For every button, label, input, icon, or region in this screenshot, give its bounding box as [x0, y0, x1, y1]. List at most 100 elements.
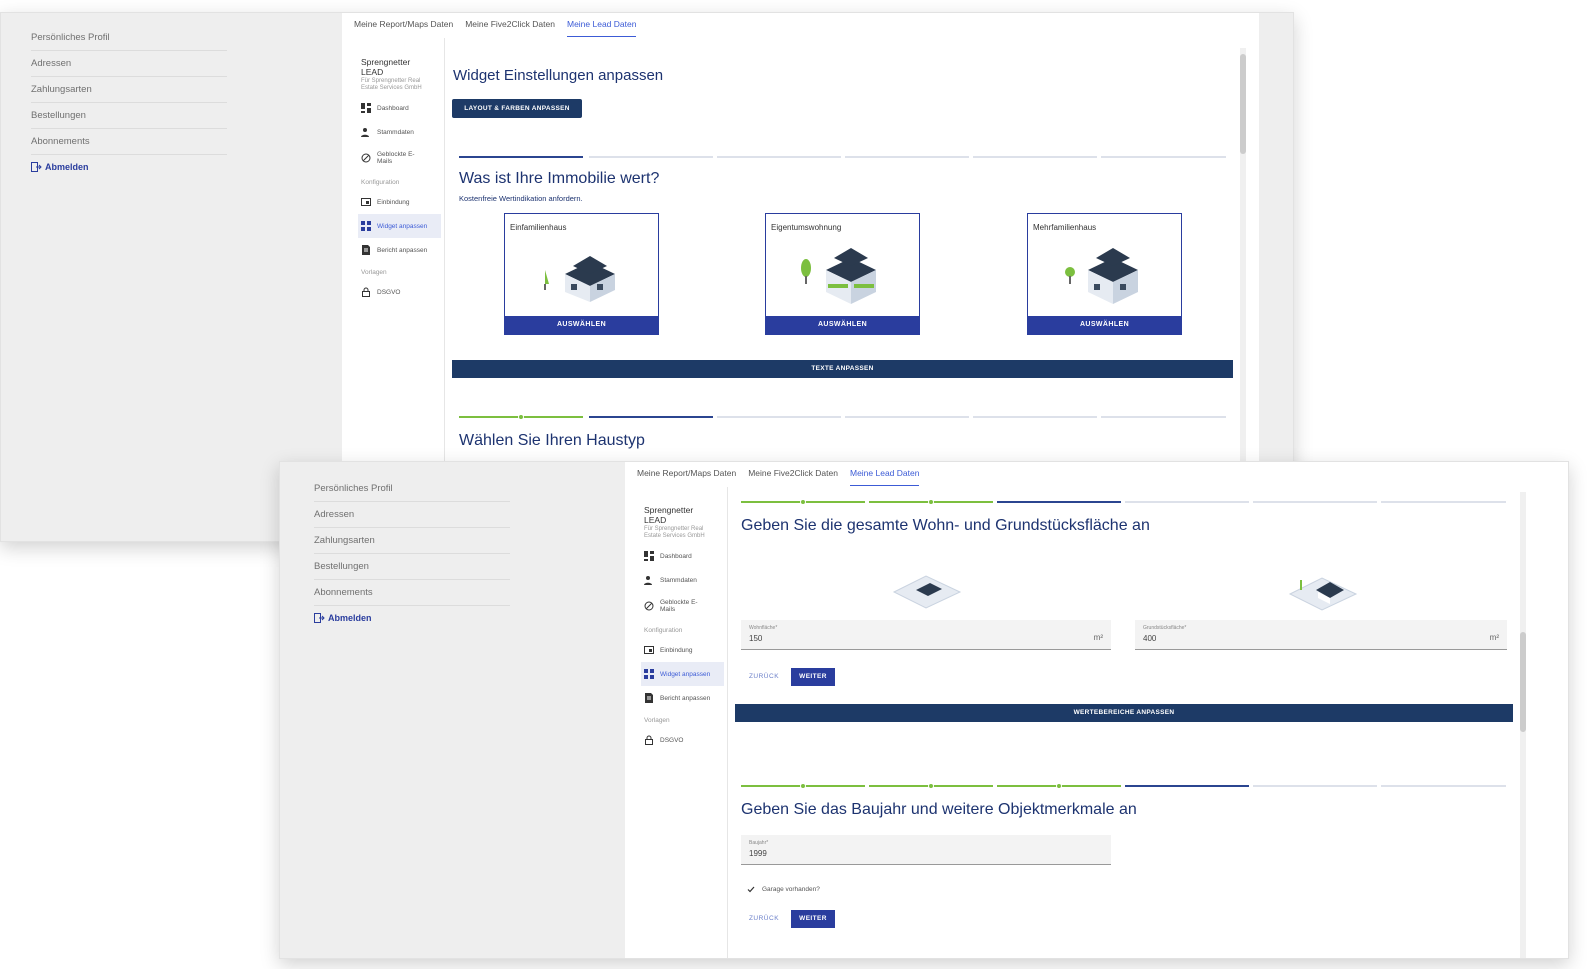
tab-five2click[interactable]: Meine Five2Click Daten — [465, 13, 555, 37]
nav-einbindung-label: Einbindung — [377, 198, 410, 206]
nav-blocked[interactable]: Geblockte E-Mails — [361, 144, 441, 172]
select-button[interactable]: AUSWÄHLEN — [1028, 316, 1181, 334]
document-icon — [645, 693, 653, 703]
logout-icon — [314, 613, 325, 623]
progress-step-4 — [845, 416, 969, 418]
scroll-thumb[interactable] — [1240, 54, 1246, 154]
lead-form-window: Persönliches Profil Adressen Zahlungsart… — [279, 461, 1569, 959]
nav-dashboard[interactable]: Dashboard — [361, 96, 441, 120]
step-dot — [928, 499, 934, 505]
tab-report-maps[interactable]: Meine Report/Maps Daten — [637, 462, 736, 486]
nav-bericht[interactable]: Bericht anpassen — [644, 686, 724, 710]
dashboard-icon — [644, 551, 654, 561]
sidebar-item-profile[interactable]: Persönliches Profil — [31, 25, 227, 51]
plot-area-label: Grundstücksfläche* — [1143, 625, 1187, 631]
plot-area-value: 400 — [1143, 634, 1157, 643]
logout-link[interactable]: Abmelden — [314, 606, 510, 630]
sidebar-item-addresses[interactable]: Adressen — [314, 502, 510, 528]
sidebar-item-payment[interactable]: Zahlungsarten — [31, 77, 227, 103]
brand-subtitle: Für Sprengnetter Real Estate Services Gm… — [644, 526, 705, 539]
nav-dashboard-label: Dashboard — [377, 104, 409, 112]
nav-dashboard[interactable]: Dashboard — [644, 544, 724, 568]
progress-step-5 — [1253, 785, 1377, 787]
progress-step-2 — [869, 783, 993, 789]
nav-dsgvo[interactable]: DSGVO — [361, 280, 441, 304]
scroll-thumb[interactable] — [1520, 632, 1526, 732]
logout-link[interactable]: Abmelden — [31, 155, 227, 179]
step-dot — [800, 783, 806, 789]
plot-area-field[interactable]: Grundstücksfläche* 400 m² — [1135, 620, 1507, 650]
widget-subline: Kostenfreie Wertindikation anfordern. — [459, 194, 583, 203]
select-button[interactable]: AUSWÄHLEN — [505, 316, 658, 334]
nav-widget[interactable]: Widget anpassen — [358, 214, 441, 238]
back-button[interactable]: ZURÜCK — [742, 910, 786, 928]
nav-widget-label: Widget anpassen — [377, 222, 428, 230]
living-area-illustration-icon — [892, 575, 962, 609]
progress-step-3 — [717, 416, 841, 418]
progress-step-2 — [869, 499, 993, 505]
tab-five2click[interactable]: Meine Five2Click Daten — [748, 462, 838, 486]
people-icon — [644, 576, 652, 585]
nav-einbindung[interactable]: Einbindung — [361, 190, 441, 214]
progress-step-4 — [1125, 501, 1249, 503]
card-label: Eigentumswohnung — [771, 223, 842, 232]
garage-checkbox[interactable]: Garage vorhanden? — [747, 886, 820, 893]
sidebar-item-subscriptions[interactable]: Abonnements — [314, 580, 510, 606]
texte-anpassen-button[interactable]: TEXTE ANPASSEN — [452, 360, 1233, 378]
sidebar-item-orders[interactable]: Bestellungen — [314, 554, 510, 580]
layout-colors-button[interactable]: LAYOUT & FARBEN ANPASSEN — [452, 99, 582, 118]
nav-section-vorlagen: Vorlagen — [361, 269, 387, 276]
sidebar-item-addresses[interactable]: Adressen — [31, 51, 227, 77]
people-icon — [361, 128, 369, 137]
sidebar-item-subscriptions[interactable]: Abonnements — [31, 129, 227, 155]
logout-label: Abmelden — [45, 162, 89, 172]
value-ranges-button[interactable]: WERTEBEREICHE ANPASSEN — [735, 704, 1513, 722]
house-illustration-icon — [544, 256, 615, 302]
nav-section-vorlagen: Vorlagen — [644, 717, 670, 724]
progress-step-4 — [1125, 785, 1249, 787]
tab-lead[interactable]: Meine Lead Daten — [849, 462, 920, 486]
nav-widget[interactable]: Widget anpassen — [641, 662, 724, 686]
progress-step-4 — [845, 156, 969, 158]
nav-dsgvo-label: DSGVO — [660, 736, 684, 744]
sidebar-item-profile[interactable]: Persönliches Profil — [314, 476, 510, 502]
nav-bericht[interactable]: Bericht anpassen — [361, 238, 441, 262]
next-button[interactable]: WEITER — [791, 910, 835, 928]
logout-icon — [31, 162, 42, 172]
garage-label: Garage vorhanden? — [762, 886, 820, 893]
nav-blocked[interactable]: Geblockte E-Mails — [644, 592, 724, 620]
year-built-label: Baujahr* — [749, 840, 769, 846]
tab-report-maps[interactable]: Meine Report/Maps Daten — [354, 13, 453, 37]
nav-dashboard-label: Dashboard — [660, 552, 692, 560]
progress-step-6 — [1101, 156, 1226, 158]
card-mehrfamilienhaus[interactable]: Mehrfamilienhaus AUSWÄHLEN — [1027, 213, 1182, 335]
sidebar-item-orders[interactable]: Bestellungen — [31, 103, 227, 129]
card-eigentumswohnung[interactable]: Eigentumswohnung AUSWÄHLEN — [765, 213, 920, 335]
checkmark-icon — [747, 886, 755, 893]
year-built-value: 1999 — [749, 849, 767, 858]
year-built-field[interactable]: Baujahr* 1999 — [741, 835, 1111, 865]
nav-stammdaten[interactable]: Stammdaten — [361, 120, 441, 144]
next-button[interactable]: WEITER — [791, 668, 835, 686]
living-area-field[interactable]: Wohnfläche* 150 m² — [741, 620, 1111, 650]
area-question: Geben Sie die gesamte Wohn- und Grundstü… — [741, 517, 1150, 534]
back-button[interactable]: ZURÜCK — [742, 668, 786, 686]
widgets-icon — [644, 669, 654, 679]
content-divider — [727, 487, 728, 958]
widgets-icon — [361, 221, 371, 231]
card-einfamilienhaus[interactable]: Einfamilienhaus AUSWÄHLEN — [504, 213, 659, 335]
scrollbar[interactable] — [1520, 492, 1526, 958]
progress-step-6 — [1381, 501, 1506, 503]
nav-stammdaten[interactable]: Stammdaten — [644, 568, 724, 592]
select-button[interactable]: AUSWÄHLEN — [766, 316, 919, 334]
progress-step-5 — [973, 416, 1097, 418]
tab-bar: Meine Report/Maps Daten Meine Five2Click… — [354, 13, 637, 37]
tab-lead[interactable]: Meine Lead Daten — [566, 13, 637, 37]
nav-dsgvo[interactable]: DSGVO — [644, 728, 724, 752]
nav-einbindung[interactable]: Einbindung — [644, 638, 724, 662]
nav-stammdaten-label: Stammdaten — [660, 576, 697, 584]
sidebar-item-payment[interactable]: Zahlungsarten — [314, 528, 510, 554]
nav-dsgvo-label: DSGVO — [377, 288, 401, 296]
document-icon — [362, 245, 370, 255]
plot-area-illustration-icon — [1288, 577, 1358, 611]
